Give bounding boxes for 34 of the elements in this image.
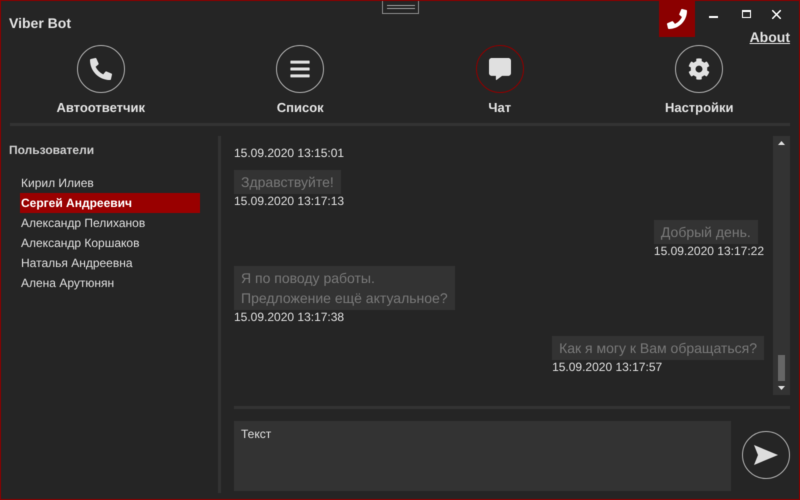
user-list-item[interactable]: Наталья Андреевна <box>20 253 200 273</box>
send-button[interactable] <box>742 431 790 479</box>
message-bubble: Добрый день. <box>654 220 758 244</box>
menu-icon <box>289 58 312 80</box>
speech-bubble-icon <box>488 58 511 80</box>
phone-icon[interactable] <box>659 1 695 37</box>
sidebar-title: Пользователи <box>9 142 96 159</box>
scroll-thumb[interactable] <box>778 355 785 381</box>
user-list-item[interactable]: Сергей Андреевич <box>20 193 200 213</box>
user-list-item[interactable]: Александр Коршаков <box>20 233 200 253</box>
close-icon <box>772 10 780 18</box>
send-icon <box>754 445 778 465</box>
scrollbar[interactable] <box>773 136 790 395</box>
message-bubble: Как я могу к Вам обращаться? <box>552 336 764 360</box>
timestamp: 15.09.2020 13:17:13 <box>234 194 344 208</box>
timestamp: 15.09.2020 13:15:01 <box>234 145 346 162</box>
scroll-up-icon[interactable] <box>778 141 785 145</box>
nav-tab[interactable]: Автоответчик <box>1 41 200 119</box>
drag-handle-icon[interactable] <box>382 1 419 14</box>
scroll-down-icon[interactable] <box>778 386 785 390</box>
window-title: Viber Bot <box>9 14 71 33</box>
nav-tab[interactable]: Список <box>200 41 400 119</box>
user-list-item[interactable]: Кирил Илиев <box>20 173 200 193</box>
timestamp: 15.09.2020 13:17:38 <box>234 310 344 324</box>
message-bubble: Здравствуйте! <box>234 170 341 194</box>
phone-icon <box>90 58 112 80</box>
timestamp: 15.09.2020 13:17:57 <box>552 360 662 374</box>
nav-tab[interactable]: Чат <box>400 41 600 119</box>
user-list-item[interactable]: Алена Арутюнян <box>20 273 200 293</box>
settings-icon <box>688 58 710 80</box>
timestamp: 15.09.2020 13:17:22 <box>654 244 764 258</box>
user-list-item[interactable]: Александр Пелиханов <box>20 213 200 233</box>
message-input-field[interactable]: Текст <box>234 421 731 491</box>
message-bubble: Я по поводу работы. Предложение ещё актуальное? <box>234 266 455 310</box>
